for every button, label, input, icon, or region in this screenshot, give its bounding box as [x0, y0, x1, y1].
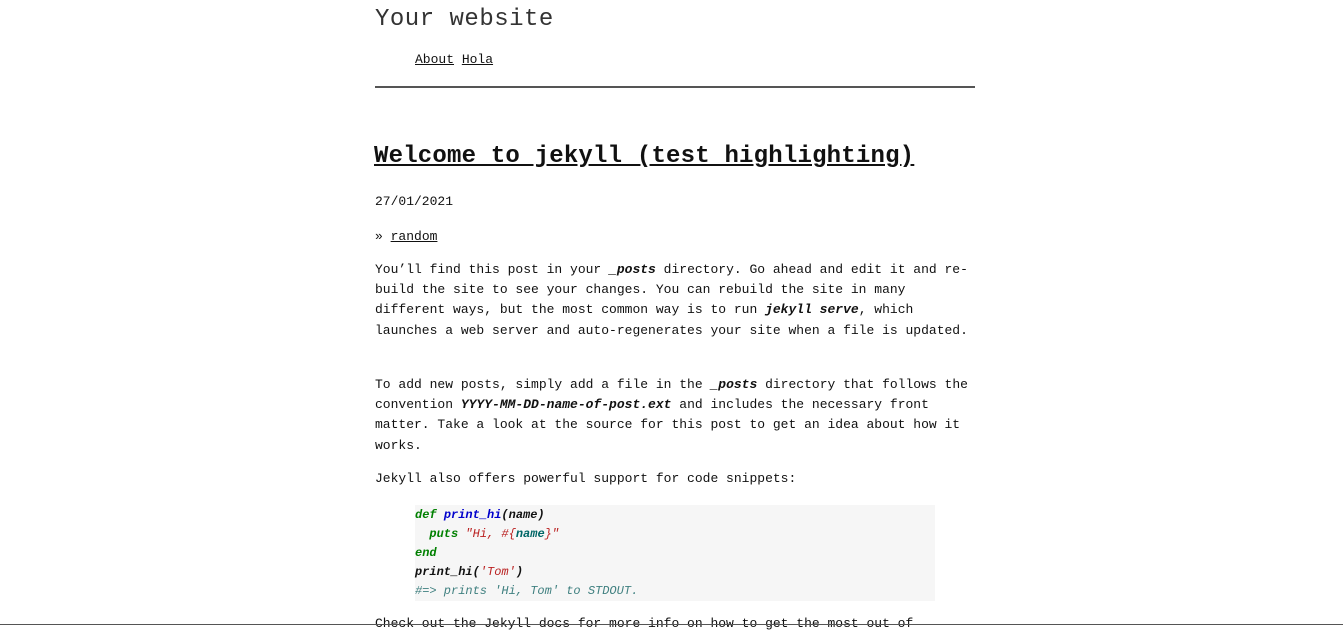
post-paragraph-1: You’ll find this post in your _posts dir…	[375, 260, 975, 341]
post-paragraph-2: To add new posts, simply add a file in t…	[375, 375, 975, 456]
site-title[interactable]: Your website	[375, 6, 554, 33]
code-call-arg: 'Tom'	[479, 565, 516, 579]
post-category: » random	[375, 229, 437, 244]
post-date: 27/01/2021	[375, 194, 454, 209]
code-call: print_hi(	[415, 565, 480, 579]
p2-text-a: To add new posts, simply add a file in t…	[375, 377, 711, 392]
code-interp-var: name	[515, 527, 545, 541]
p1-jekyll-serve-code: jekyll serve	[765, 302, 859, 318]
p2-convention-code: YYYY-MM-DD-name-of-post.ext	[460, 397, 672, 413]
header-divider	[375, 86, 975, 88]
code-function-name: print_hi	[443, 508, 502, 522]
category-link[interactable]: random	[391, 229, 438, 244]
code-string-b: }"	[544, 527, 560, 541]
code-snippet: def print_hi(name) puts "Hi, #{name}" en…	[415, 505, 935, 601]
code-keyword-def: def	[415, 508, 437, 522]
code-puts: puts	[429, 527, 459, 541]
code-string-a: "Hi, #{	[465, 527, 516, 541]
code-keyword-end: end	[415, 546, 437, 560]
p1-text-a: You’ll find this post in your	[375, 262, 610, 277]
p1-posts-code: _posts	[609, 262, 656, 277]
p2-posts-code: _posts	[710, 377, 758, 392]
nav-link-hola[interactable]: Hola	[462, 52, 493, 67]
site-nav: About Hola	[415, 52, 493, 67]
code-args: (name)	[501, 508, 545, 522]
category-prefix: »	[375, 229, 383, 244]
nav-link-about[interactable]: About	[415, 52, 454, 67]
code-call-close: )	[515, 565, 524, 579]
post-title[interactable]: Welcome to jekyll (test highlighting)	[374, 143, 914, 170]
viewport-bottom-rule	[0, 624, 1343, 625]
code-comment: #=> prints 'Hi, Tom' to STDOUT.	[415, 584, 639, 598]
post-paragraph-3: Jekyll also offers powerful support for …	[375, 471, 797, 486]
